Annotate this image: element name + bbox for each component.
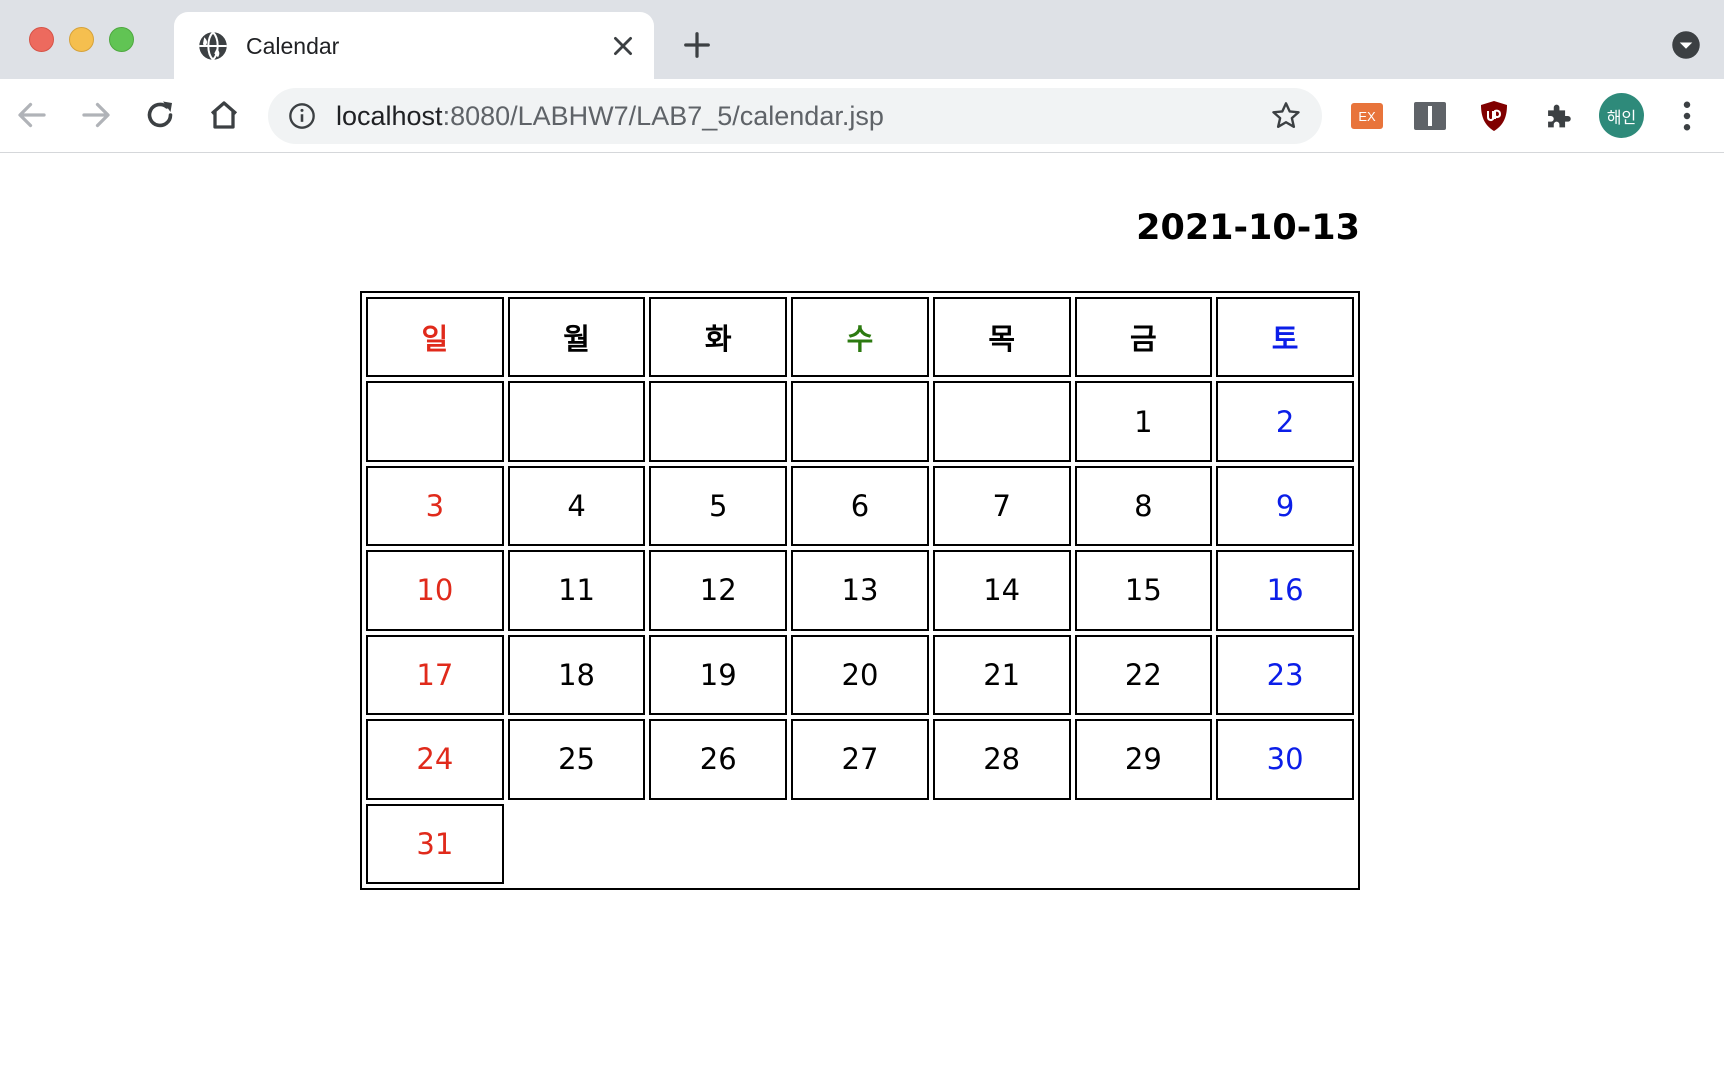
empty-cell <box>1216 804 1354 884</box>
plus-icon[interactable] <box>682 30 712 60</box>
day-cell: 11 <box>507 550 646 631</box>
url-text[interactable]: localhost:8080/LABHW7/LAB7_5/calendar.js… <box>336 101 884 131</box>
minimize-window-button[interactable] <box>69 27 94 52</box>
empty-cell <box>933 804 1071 884</box>
info-icon[interactable] <box>288 102 316 130</box>
calendar-table: 일 월 화 수 목 금 토 1 2 3 4 5 6 7 8 9 10 11 12… <box>360 291 1360 890</box>
forward-arrow-icon[interactable] <box>78 97 114 133</box>
day-cell: 20 <box>791 634 929 716</box>
weekday-header: 월 <box>507 297 646 378</box>
day-cell: 24 <box>366 719 504 800</box>
day-cell: 8 <box>1074 465 1213 547</box>
weekday-header: 금 <box>1074 297 1213 378</box>
ublock-shield-icon[interactable] <box>1477 99 1511 133</box>
menu-dots-icon[interactable] <box>1672 96 1702 136</box>
weekday-header: 화 <box>649 297 788 378</box>
empty-cell <box>1075 804 1213 884</box>
tab-calendar[interactable]: Calendar <box>174 12 654 79</box>
weekday-header-row: 일 월 화 수 목 금 토 <box>366 297 1354 378</box>
reload-icon[interactable] <box>142 97 178 133</box>
week-row: 1 2 <box>366 381 1354 462</box>
day-cell: 16 <box>1216 550 1354 631</box>
extension-ex-icon[interactable]: EX <box>1350 99 1384 133</box>
day-cell: 23 <box>1216 634 1354 716</box>
day-cell: 31 <box>366 803 504 884</box>
weekday-header: 일 <box>366 297 504 378</box>
close-window-button[interactable] <box>29 27 54 52</box>
weekday-header: 수 <box>791 297 929 378</box>
globe-icon <box>199 31 227 61</box>
day-cell: 29 <box>1074 719 1213 800</box>
day-cell <box>507 381 646 462</box>
close-icon[interactable] <box>610 33 636 59</box>
day-cell: 25 <box>507 719 646 800</box>
day-cell: 7 <box>932 465 1071 547</box>
day-cell: 6 <box>791 465 929 547</box>
date-heading: 2021-10-13 <box>1136 208 1360 248</box>
day-cell: 12 <box>649 550 788 631</box>
day-cell: 4 <box>507 465 646 547</box>
day-cell: 5 <box>649 465 788 547</box>
week-row: 10 11 12 13 14 15 16 <box>366 550 1354 631</box>
day-cell <box>932 381 1071 462</box>
back-arrow-icon[interactable] <box>14 97 50 133</box>
week-row: 17 18 19 20 21 22 23 <box>366 634 1354 716</box>
day-cell: 26 <box>649 719 788 800</box>
week-row: 31 <box>366 803 1354 884</box>
day-cell: 10 <box>366 550 504 631</box>
week-row: 24 25 26 27 28 29 30 <box>366 719 1354 800</box>
day-cell: 2 <box>1216 381 1354 462</box>
puzzle-icon[interactable] <box>1541 99 1575 133</box>
address-bar[interactable]: localhost:8080/LABHW7/LAB7_5/calendar.js… <box>268 88 1322 144</box>
day-cell: 15 <box>1074 550 1213 631</box>
star-icon[interactable] <box>1270 100 1302 132</box>
day-cell: 19 <box>649 634 788 716</box>
browser-toolbar: localhost:8080/LABHW7/LAB7_5/calendar.js… <box>0 79 1724 153</box>
day-cell <box>791 381 929 462</box>
day-cell: 18 <box>507 634 646 716</box>
day-cell: 13 <box>791 550 929 631</box>
week-row: 3 4 5 6 7 8 9 <box>366 465 1354 547</box>
day-cell: 28 <box>932 719 1071 800</box>
day-cell: 21 <box>932 634 1071 716</box>
empty-cell <box>649 804 787 884</box>
tab-search-icon[interactable] <box>1671 30 1701 60</box>
day-cell: 3 <box>366 465 504 547</box>
maximize-window-button[interactable] <box>109 27 134 52</box>
day-cell: 27 <box>791 719 929 800</box>
day-cell: 9 <box>1216 465 1354 547</box>
ext-badge-text: EX <box>1358 109 1376 124</box>
day-cell: 14 <box>932 550 1071 631</box>
empty-cell <box>791 804 929 884</box>
empty-cell <box>508 804 646 884</box>
day-cell: 1 <box>1074 381 1213 462</box>
tab-title: Calendar <box>246 33 340 59</box>
day-cell <box>366 381 504 462</box>
day-cell: 30 <box>1216 719 1354 800</box>
extension-reader-icon[interactable] <box>1413 99 1447 133</box>
tab-strip: Calendar <box>0 0 1724 79</box>
home-icon[interactable] <box>206 97 242 133</box>
avatar[interactable]: 해인 <box>1599 93 1644 138</box>
url-host: localhost <box>336 101 443 131</box>
weekday-header: 토 <box>1216 297 1354 378</box>
url-path: :8080/LABHW7/LAB7_5/calendar.jsp <box>442 101 884 131</box>
weekday-header: 목 <box>932 297 1071 378</box>
day-cell <box>649 381 788 462</box>
day-cell: 17 <box>366 634 504 716</box>
day-cell: 22 <box>1074 634 1213 716</box>
